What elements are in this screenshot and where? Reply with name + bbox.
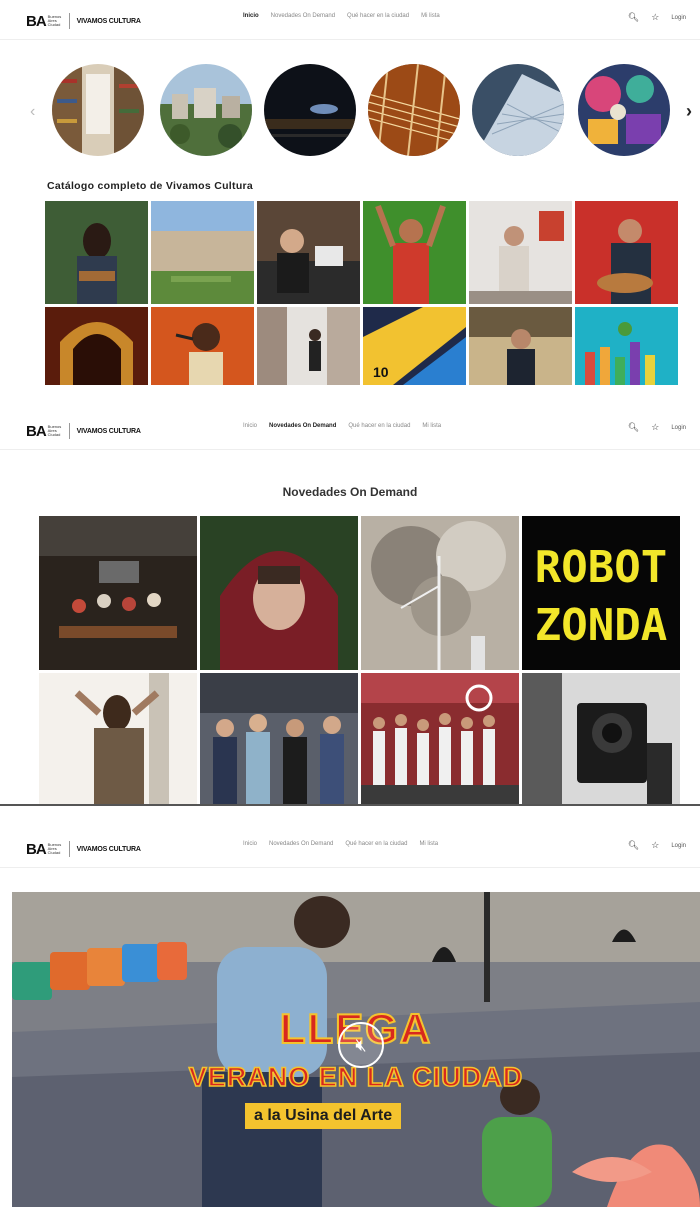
logo[interactable]: BA Buenos Aires Ciudad VIVAMOS CULTURA [26, 840, 141, 858]
on-demand-tile[interactable] [361, 673, 519, 805]
ba-logo: BA [26, 840, 47, 858]
logo-separator [68, 841, 70, 857]
main-nav: Inicio Novedades On Demand Qué hacer en … [243, 13, 440, 19]
catalog-title: Catálogo completo de Vivamos Cultura [47, 180, 254, 192]
search-icon[interactable]: 🔍︎ [628, 12, 639, 23]
brand-name: VIVAMOS CULTURA [76, 17, 141, 25]
catalog-tile[interactable] [257, 201, 360, 304]
search-icon[interactable]: 🔍︎ [628, 422, 639, 433]
ba-logo-subtitle: Buenos Aires Ciudad [47, 842, 62, 855]
robot-title-line1: ROBOT [535, 542, 667, 593]
hero-subtitle: a la Usina del Arte [245, 1103, 402, 1129]
catalog-tile[interactable] [469, 307, 572, 385]
divider [0, 804, 700, 806]
on-demand-tile[interactable] [361, 516, 519, 670]
ba-logo-subtitle: Buenos Aires Ciudad [47, 424, 62, 437]
logo-separator [68, 13, 70, 29]
category-circle-mural[interactable] [578, 64, 670, 156]
speaker-mute-icon[interactable]: 🔇︎ [338, 1022, 384, 1068]
category-circle-library[interactable] [52, 64, 144, 156]
catalog-tile[interactable] [151, 307, 254, 385]
catalog-tile[interactable] [363, 201, 466, 304]
ba-logo-subtitle: Buenos Aires Ciudad [47, 14, 62, 27]
main-nav: Inicio Novedades On Demand Qué hacer en … [243, 423, 441, 429]
catalog-tile[interactable]: 10 [363, 307, 466, 385]
on-demand-tile[interactable] [200, 516, 358, 670]
nav-novedades[interactable]: Novedades On Demand [269, 841, 333, 847]
hero-video[interactable]: LLEGA VERANO EN LA CIUDAD a la Usina del… [12, 892, 700, 1207]
login-link[interactable]: Login [671, 15, 686, 21]
nav-que-hacer[interactable]: Qué hacer en la ciudad [348, 423, 410, 429]
on-demand-grid: ROBOT ZONDA [39, 516, 680, 805]
nav-novedades[interactable]: Novedades On Demand [269, 423, 336, 429]
home-screen: BA Buenos Aires Ciudad VIVAMOS CULTURA I… [0, 0, 700, 392]
on-demand-screen: BA Buenos Aires Ciudad VIVAMOS CULTURA I… [0, 410, 700, 808]
site-header: BA Buenos Aires Ciudad VIVAMOS CULTURA I… [0, 410, 700, 450]
on-demand-tile[interactable] [522, 673, 680, 805]
header-actions: 🔍︎ ☆ Login [628, 422, 686, 433]
nav-mi-lista[interactable]: Mi lista [421, 13, 440, 19]
catalog-tile[interactable] [469, 201, 572, 304]
category-circle-night[interactable] [264, 64, 356, 156]
on-demand-tile[interactable] [39, 673, 197, 805]
on-demand-tile[interactable] [39, 516, 197, 670]
nav-inicio[interactable]: Inicio [243, 841, 257, 847]
site-header: BA Buenos Aires Ciudad VIVAMOS CULTURA I… [0, 0, 700, 40]
nav-inicio[interactable]: Inicio [243, 423, 257, 429]
main-nav: Inicio Novedades On Demand Qué hacer en … [243, 841, 438, 847]
page: BA Buenos Aires Ciudad VIVAMOS CULTURA I… [0, 0, 700, 1207]
brand-name: VIVAMOS CULTURA [76, 845, 141, 853]
header-actions: 🔍︎ ☆ Login [628, 12, 686, 23]
section-title: Novedades On Demand [282, 485, 418, 499]
category-circle-guitar[interactable] [368, 64, 460, 156]
catalog-tile[interactable] [257, 307, 360, 385]
carousel-next-icon[interactable]: › [686, 101, 692, 122]
search-icon[interactable]: 🔍︎ [628, 840, 639, 851]
logo-separator [68, 423, 70, 439]
category-circle-city[interactable] [160, 64, 252, 156]
nav-mi-lista[interactable]: Mi lista [422, 423, 441, 429]
star-icon[interactable]: ☆ [651, 12, 659, 23]
ba-logo: BA [26, 422, 47, 440]
login-link[interactable]: Login [671, 843, 686, 849]
catalog-tile[interactable] [151, 201, 254, 304]
brand-name: VIVAMOS CULTURA [76, 427, 141, 435]
svg-text:10: 10 [373, 364, 389, 380]
login-link[interactable]: Login [671, 425, 686, 431]
catalog-grid: 10 [45, 201, 678, 385]
nav-inicio[interactable]: Inicio [243, 13, 259, 19]
robot-title-line2: ZONDA [535, 600, 667, 651]
logo[interactable]: BA Buenos Aires Ciudad VIVAMOS CULTURA [26, 12, 141, 30]
category-carousel [0, 64, 700, 160]
star-icon[interactable]: ☆ [651, 840, 659, 851]
catalog-tile[interactable] [45, 201, 148, 304]
header-actions: 🔍︎ ☆ Login [628, 840, 686, 851]
logo[interactable]: BA Buenos Aires Ciudad VIVAMOS CULTURA [26, 422, 141, 440]
nav-mi-lista[interactable]: Mi lista [419, 841, 438, 847]
catalog-tile[interactable] [45, 307, 148, 385]
site-header: BA Buenos Aires Ciudad VIVAMOS CULTURA I… [0, 828, 700, 868]
nav-que-hacer[interactable]: Qué hacer en la ciudad [345, 841, 407, 847]
star-icon[interactable]: ☆ [651, 422, 659, 433]
catalog-tile[interactable] [575, 307, 678, 385]
catalog-tile[interactable] [575, 201, 678, 304]
hero-screen: BA Buenos Aires Ciudad VIVAMOS CULTURA I… [0, 828, 700, 1207]
nav-que-hacer[interactable]: Qué hacer en la ciudad [347, 13, 409, 19]
nav-novedades[interactable]: Novedades On Demand [271, 13, 335, 19]
on-demand-tile-robot-zonda[interactable]: ROBOT ZONDA [522, 516, 680, 670]
category-circle-architecture[interactable] [472, 64, 564, 156]
ba-logo: BA [26, 12, 47, 30]
on-demand-tile[interactable] [200, 673, 358, 805]
